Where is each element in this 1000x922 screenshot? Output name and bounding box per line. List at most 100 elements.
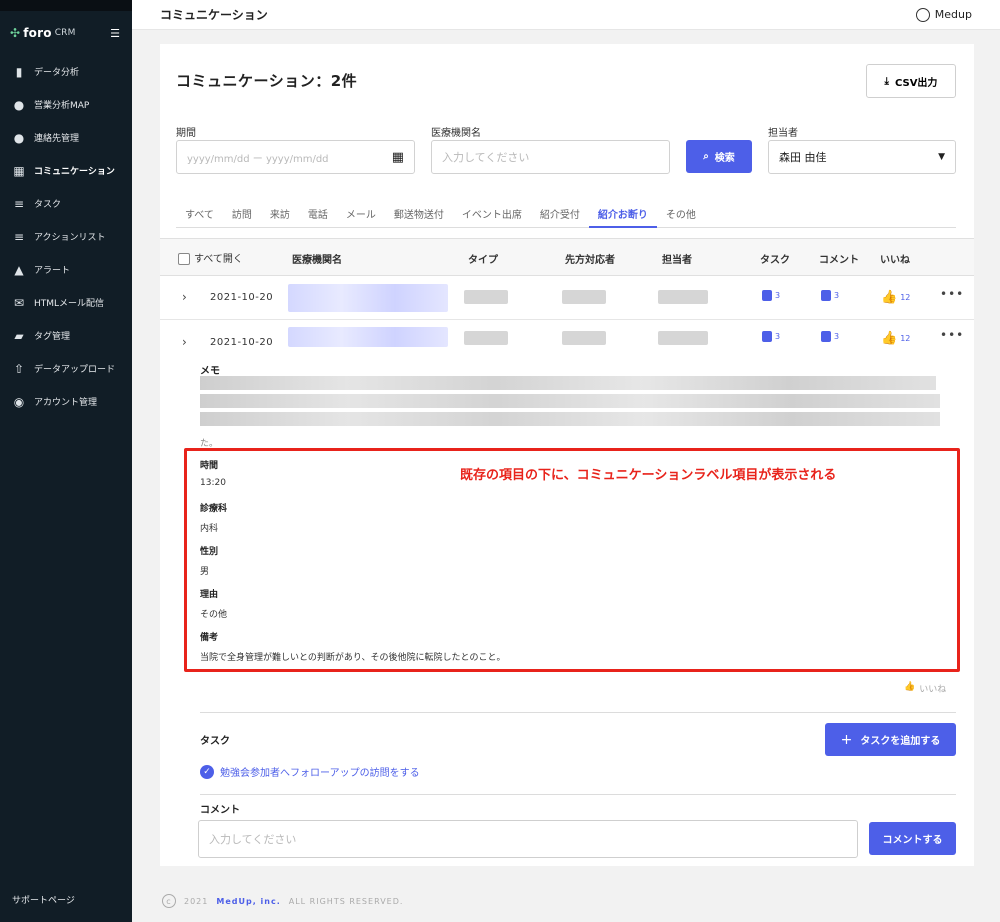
field-value-gender: 男 xyxy=(200,567,210,577)
search-button[interactable]: ⌕ 検索 xyxy=(686,140,752,173)
tab-incoming-visit[interactable]: 来訪 xyxy=(261,202,299,228)
open-all-checkbox[interactable] xyxy=(178,253,190,265)
csv-export-button[interactable]: ⤓ CSV出力 xyxy=(866,64,956,98)
task-count-value: 3 xyxy=(775,332,781,341)
assignee-value: 森田 由佳 xyxy=(779,151,827,164)
annotation-text: 既存の項目の下に、コミュニケーションラベル項目が表示される xyxy=(460,468,837,483)
csv-export-label: CSV出力 xyxy=(894,77,938,89)
comment-input[interactable]: 入力してください xyxy=(198,820,858,858)
sidebar-item-sales-map[interactable]: ● 営業分析MAP xyxy=(0,88,132,121)
sidebar-item-label: HTMLメール配信 xyxy=(34,299,105,309)
memo-redacted-line xyxy=(200,412,940,426)
tab-phone[interactable]: 電話 xyxy=(299,202,337,228)
sidebar-item-account[interactable]: ◉ アカウント管理 xyxy=(0,385,132,418)
comment-count[interactable]: 3 xyxy=(821,290,839,301)
footer-rights: ALL RIGHTS RESERVED. xyxy=(288,896,404,906)
chevron-right-icon[interactable]: › xyxy=(182,290,187,304)
comment-icon xyxy=(821,331,831,342)
chevron-right-icon[interactable]: › xyxy=(182,335,187,349)
more-options-icon[interactable]: ••• xyxy=(940,328,964,342)
like-count[interactable]: 👍 12 xyxy=(881,290,910,305)
chevron-down-icon: ▼ xyxy=(938,152,945,162)
sidebar-topbar xyxy=(0,0,132,11)
field-value-reason: その他 xyxy=(200,610,228,620)
comment-section-title: コメント xyxy=(200,805,240,816)
sidebar-item-label: 営業分析MAP xyxy=(34,101,90,111)
contact-redacted xyxy=(562,290,606,304)
sidebar-item-data-upload[interactable]: ⇧ データアップロード xyxy=(0,352,132,385)
logo-mark-icon: ✣ xyxy=(10,26,21,40)
user-menu[interactable]: Medup xyxy=(915,7,972,22)
task-count[interactable]: 3 xyxy=(762,290,780,301)
page-title: コミュニケーション：2件 xyxy=(176,72,358,90)
tab-referral-declined[interactable]: 紹介お断り xyxy=(588,202,657,228)
menu-collapse-icon[interactable]: ☰ xyxy=(110,27,120,40)
table-row[interactable]: › 2021-10-20 3 3 👍 12 ••• xyxy=(160,276,974,320)
sidebar-item-action-list[interactable]: ≡ アクションリスト xyxy=(0,220,132,253)
logo-suffix: CRM xyxy=(54,28,76,38)
sidebar-item-tags[interactable]: ▰ タグ管理 xyxy=(0,319,132,352)
sidebar-logo-row: ✣ foro CRM ☰ xyxy=(0,11,132,55)
bar-chart-icon: ▮ xyxy=(15,64,23,79)
logo[interactable]: ✣ foro CRM xyxy=(10,26,76,40)
sidebar-item-label: アカウント管理 xyxy=(34,398,98,408)
calendar-picker-icon[interactable]: ▦ xyxy=(392,150,404,165)
divider xyxy=(200,794,956,795)
task-count[interactable]: 3 xyxy=(762,331,780,342)
period-label: 期間 xyxy=(176,128,196,139)
table-row[interactable]: › 2021-10-20 3 3 👍 12 ••• xyxy=(160,321,974,365)
support-page-link[interactable]: サポートページ xyxy=(12,893,75,906)
plus-icon: + xyxy=(840,731,853,748)
task-item[interactable]: ✓ 勉強会参加者へフォローアップの訪問をする xyxy=(200,764,420,779)
th-comment: コメント xyxy=(819,255,859,266)
sidebar-item-contacts[interactable]: ● 連絡先管理 xyxy=(0,121,132,154)
like-button[interactable]: 👍 いいね xyxy=(904,682,946,695)
institution-search-input[interactable]: 入力してください xyxy=(431,140,670,174)
open-all-toggle[interactable]: すべて開く xyxy=(178,250,243,265)
sidebar-item-label: コミュニケーション xyxy=(34,167,115,177)
sidebar-item-label: タグ管理 xyxy=(34,332,71,342)
institution-placeholder: 入力してください xyxy=(442,151,530,164)
sidebar-item-label: タスク xyxy=(34,200,62,210)
like-count[interactable]: 👍 12 xyxy=(881,331,910,346)
list-icon: ≡ xyxy=(13,196,25,211)
tab-referral-received[interactable]: 紹介受付 xyxy=(531,202,589,228)
th-assignee: 担当者 xyxy=(662,255,692,266)
sidebar: ✣ foro CRM ☰ ▮ データ分析 ● 営業分析MAP ● 連絡先管理 ▦ コミュ… xyxy=(0,0,132,922)
tab-other[interactable]: その他 xyxy=(657,202,705,228)
tab-visit[interactable]: 訪問 xyxy=(223,202,261,228)
tab-event[interactable]: イベント出席 xyxy=(453,202,531,228)
sidebar-item-tasks[interactable]: ≡ タスク xyxy=(0,187,132,220)
comment-count[interactable]: 3 xyxy=(821,331,839,342)
footer-year: 2021 xyxy=(184,896,209,906)
comment-icon xyxy=(821,290,831,301)
sidebar-item-communication[interactable]: ▦ コミュニケーション xyxy=(0,154,132,187)
logo-name: foro xyxy=(23,26,52,40)
thumbs-up-icon: 👍 xyxy=(881,290,898,305)
task-count-value: 3 xyxy=(775,291,781,300)
task-icon xyxy=(762,331,772,342)
check-circle-icon[interactable]: ✓ xyxy=(200,764,214,779)
footer-company[interactable]: MedUp, inc. xyxy=(216,897,280,906)
tab-mail[interactable]: メール xyxy=(337,202,385,228)
top-header: コミュニケーション Medup xyxy=(132,0,1000,30)
bell-icon: ▲ xyxy=(14,262,24,277)
sidebar-item-data-analysis[interactable]: ▮ データ分析 xyxy=(0,55,132,88)
tab-postal[interactable]: 郵送物送付 xyxy=(385,202,453,228)
period-placeholder: yyyy/mm/dd ー yyyy/mm/dd xyxy=(187,153,329,165)
assignee-select[interactable]: 森田 由佳 ▼ xyxy=(768,140,956,174)
mail-icon: ✉ xyxy=(13,295,25,310)
field-label-gender: 性別 xyxy=(200,547,219,557)
main-card: コミュニケーション：2件 ⤓ CSV出力 期間 yyyy/mm/dd ー yyy… xyxy=(160,44,974,866)
header-title: コミュニケーション xyxy=(160,8,268,22)
period-field[interactable]: yyyy/mm/dd ー yyyy/mm/dd ▦ xyxy=(176,140,415,174)
th-institution: 医療機関名 xyxy=(292,255,342,266)
field-value-note: 当院で全身管理が難しいとの判断があり、その後他院に転院したとのこと。 xyxy=(200,653,506,663)
submit-comment-button[interactable]: コメントする xyxy=(869,822,956,855)
add-task-button[interactable]: + タスクを追加する xyxy=(825,723,956,756)
footer: c 2021 MedUp, inc. ALL RIGHTS RESERVED. xyxy=(162,894,403,908)
more-options-icon[interactable]: ••• xyxy=(940,287,964,301)
tab-all[interactable]: すべて xyxy=(176,202,223,228)
sidebar-item-alerts[interactable]: ▲ アラート xyxy=(0,253,132,286)
sidebar-item-html-mail[interactable]: ✉ HTMLメール配信 xyxy=(0,286,132,319)
